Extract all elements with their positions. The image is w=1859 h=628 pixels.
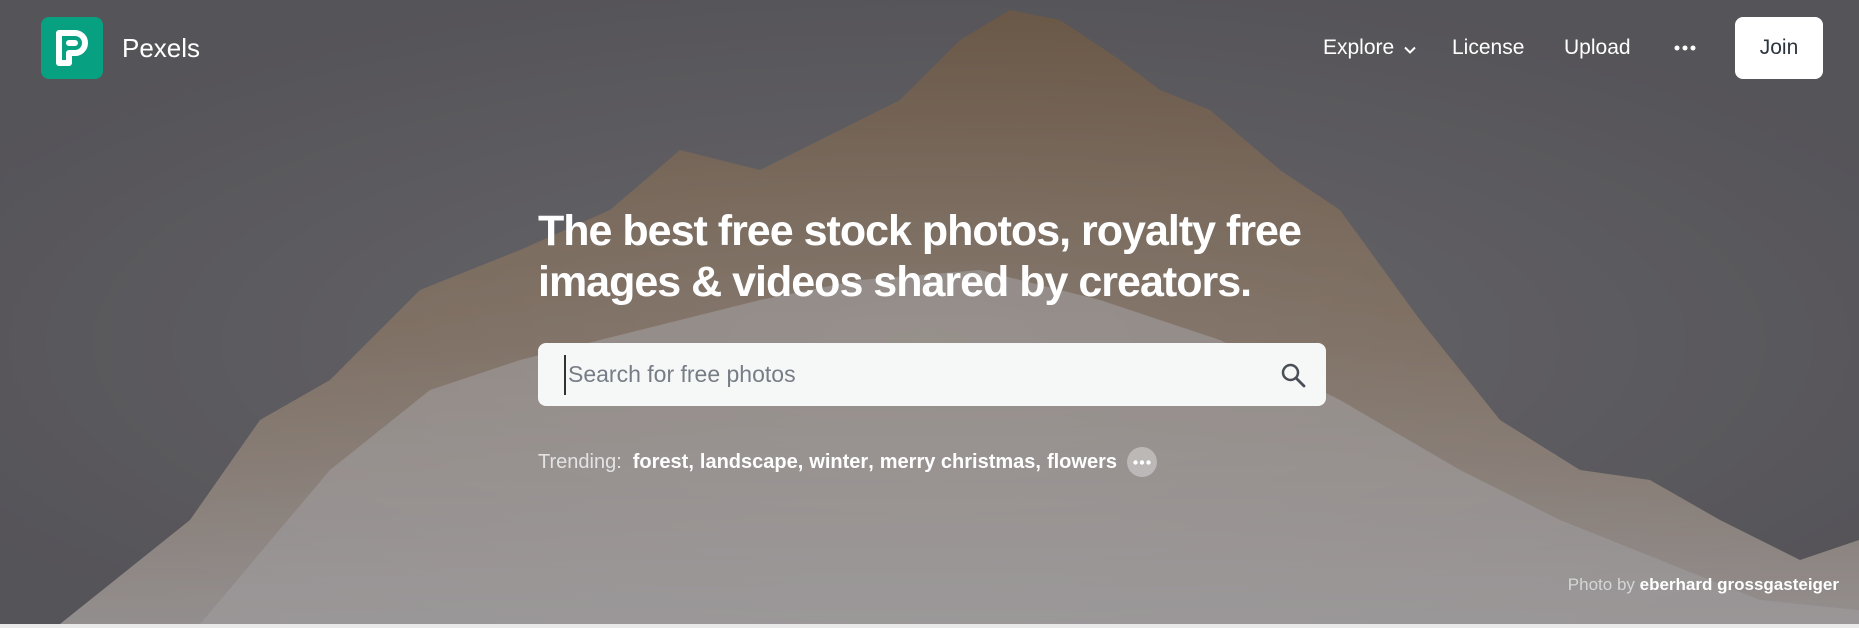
trending-item[interactable]: flowers <box>1047 451 1117 474</box>
trending-separator: , <box>1035 450 1041 473</box>
nav-explore-label: Explore <box>1323 36 1395 59</box>
brand-name[interactable]: Pexels <box>122 31 200 65</box>
chevron-down-icon <box>1404 36 1416 60</box>
trending-separator: , <box>797 450 804 473</box>
trending-item[interactable]: forest <box>633 451 689 474</box>
join-button[interactable]: Join <box>1735 17 1823 79</box>
pexels-logo-glyph <box>56 30 88 66</box>
trending-separator: , <box>868 450 874 473</box>
pexels-logo-icon[interactable] <box>41 17 103 79</box>
trending-item[interactable]: winter <box>809 451 868 474</box>
trending-more-icon[interactable] <box>1127 447 1157 477</box>
hero-headline: The best free stock photos, royalty free… <box>538 207 1302 306</box>
trending-item[interactable]: merry christmas <box>880 451 1036 474</box>
more-icon[interactable] <box>1670 30 1700 66</box>
trending-item[interactable]: landscape <box>700 451 798 474</box>
search-icon[interactable] <box>1280 362 1306 388</box>
photo-credit[interactable]: Photo by eberhard grossgasteiger <box>1568 575 1839 595</box>
photo-credit-prefix: Photo by <box>1567 575 1635 594</box>
page-divider <box>0 624 1859 628</box>
photo-credit-author[interactable]: eberhard grossgasteiger <box>1640 575 1839 594</box>
search-input[interactable] <box>564 354 1248 395</box>
trending-label: Trending: <box>538 450 622 473</box>
trending-row: Trending: forest, landscape, winter, mer… <box>538 447 1157 477</box>
hero-banner: Pexels Explore License Upload Join The b… <box>0 0 1859 624</box>
hero-scrim <box>0 0 1859 624</box>
nav-explore[interactable]: Explore <box>1323 30 1416 66</box>
nav-license[interactable]: License <box>1452 30 1524 66</box>
nav-upload[interactable]: Upload <box>1564 30 1631 66</box>
search-bar[interactable] <box>538 343 1326 406</box>
trending-separator: , <box>688 450 694 473</box>
